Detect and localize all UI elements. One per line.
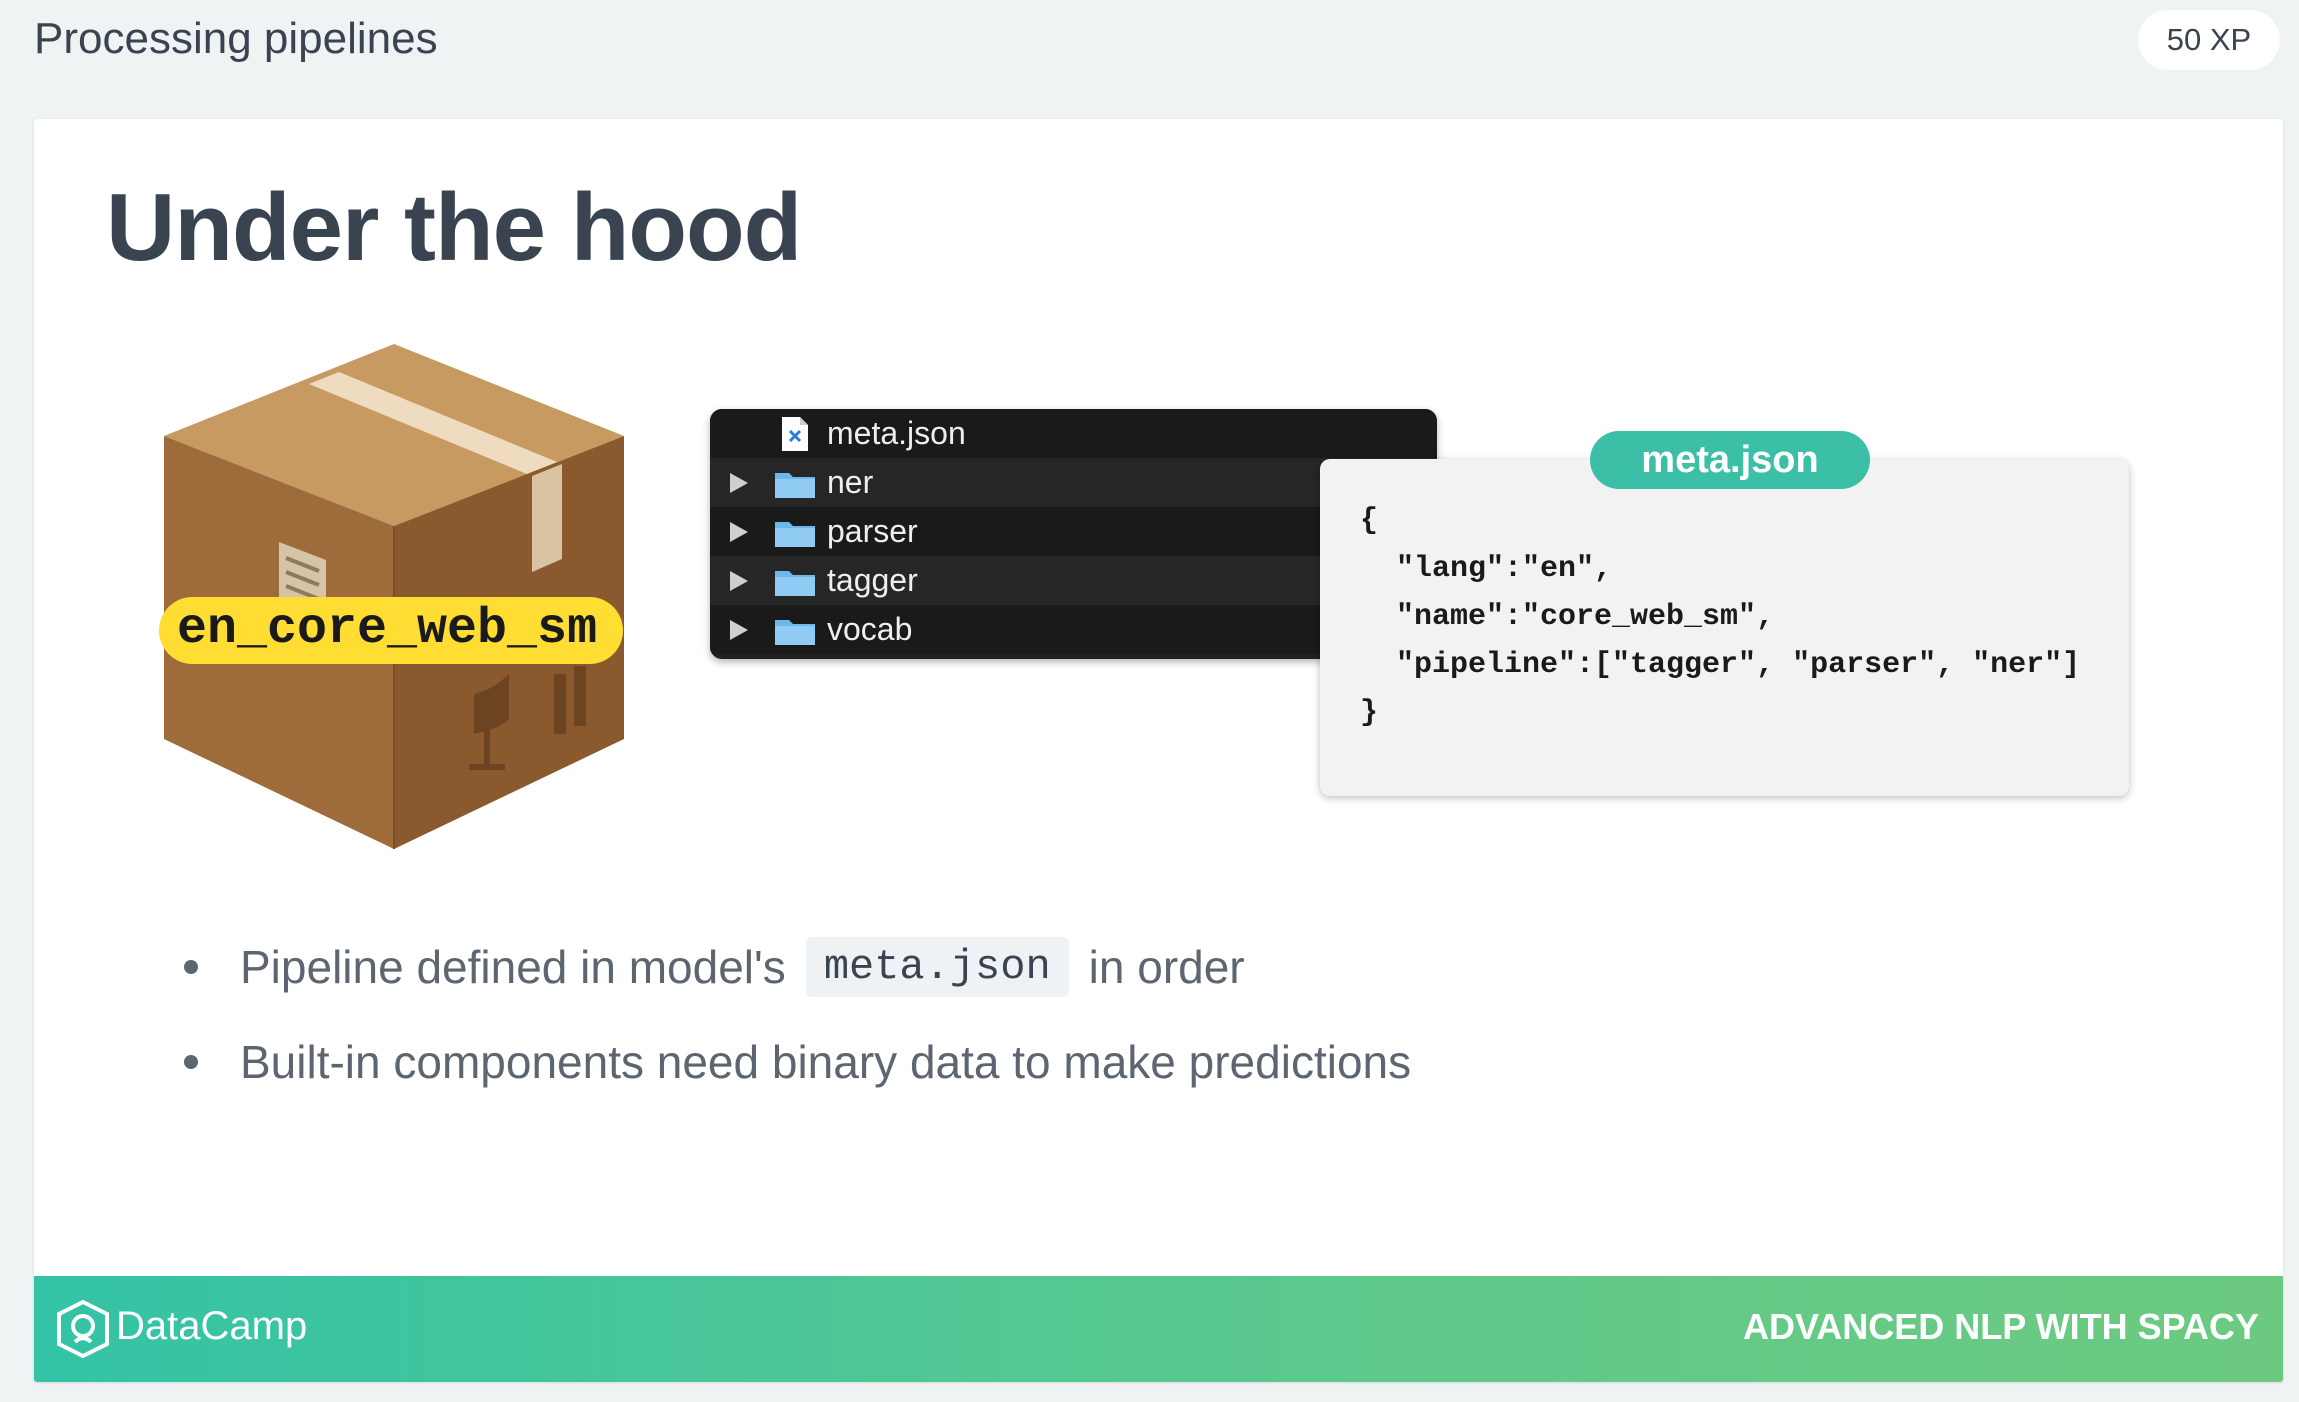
bullet-item: Pipeline defined in model's meta.json in… (174, 919, 1411, 1014)
disclosure-triangle-icon[interactable] (730, 619, 748, 640)
tree-item-label: parser (827, 513, 918, 549)
package-label: en_core_web_sm (159, 597, 624, 664)
tree-item-meta-json[interactable]: meta.json (710, 409, 1437, 458)
xp-badge: 50 XP (2138, 10, 2280, 70)
slide-footer: DataCamp ADVANCED NLP WITH SPACY (34, 1276, 2283, 1382)
bullet-dot-icon (184, 1054, 198, 1069)
bullet-text: in order (1088, 940, 1245, 993)
bullet-list: Pipeline defined in model's meta.json in… (174, 919, 1411, 1109)
folder-icon (775, 469, 815, 498)
meta-json-pill: meta.json (1590, 431, 1870, 489)
footer-brand: DataCamp (116, 1304, 308, 1348)
bullet-dot-icon (184, 959, 198, 974)
disclosure-triangle-icon[interactable] (730, 521, 748, 542)
inline-code: meta.json (805, 936, 1069, 997)
bullet-text: Built-in components need binary data to … (240, 1035, 1412, 1088)
disclosure-triangle-icon[interactable] (730, 472, 748, 493)
bullet-text: Pipeline defined in model's (240, 940, 786, 993)
course-name: ADVANCED NLP WITH SPACY (1742, 1306, 2259, 1347)
tree-item-label: vocab (827, 611, 913, 647)
vscode-file-icon (782, 416, 808, 451)
tree-item-label: tagger (827, 562, 918, 598)
disclosure-triangle-icon[interactable] (730, 570, 748, 591)
folder-icon (775, 518, 815, 547)
tree-item-label: meta.json (827, 415, 966, 451)
folder-icon (775, 567, 815, 596)
bullet-item: Built-in components need binary data to … (174, 1014, 1411, 1109)
slide: Under the hood meta.json ner parser tagg… (34, 119, 2283, 1382)
tree-item-label: ner (827, 464, 874, 500)
slide-title: Under the hood (106, 174, 802, 281)
folder-icon (775, 616, 815, 645)
meta-json-code: { "lang":"en", "name":"core_web_sm", "pi… (1360, 504, 2081, 730)
exercise-title: Processing pipelines (34, 14, 438, 63)
datacamp-logo-icon (56, 1299, 110, 1359)
